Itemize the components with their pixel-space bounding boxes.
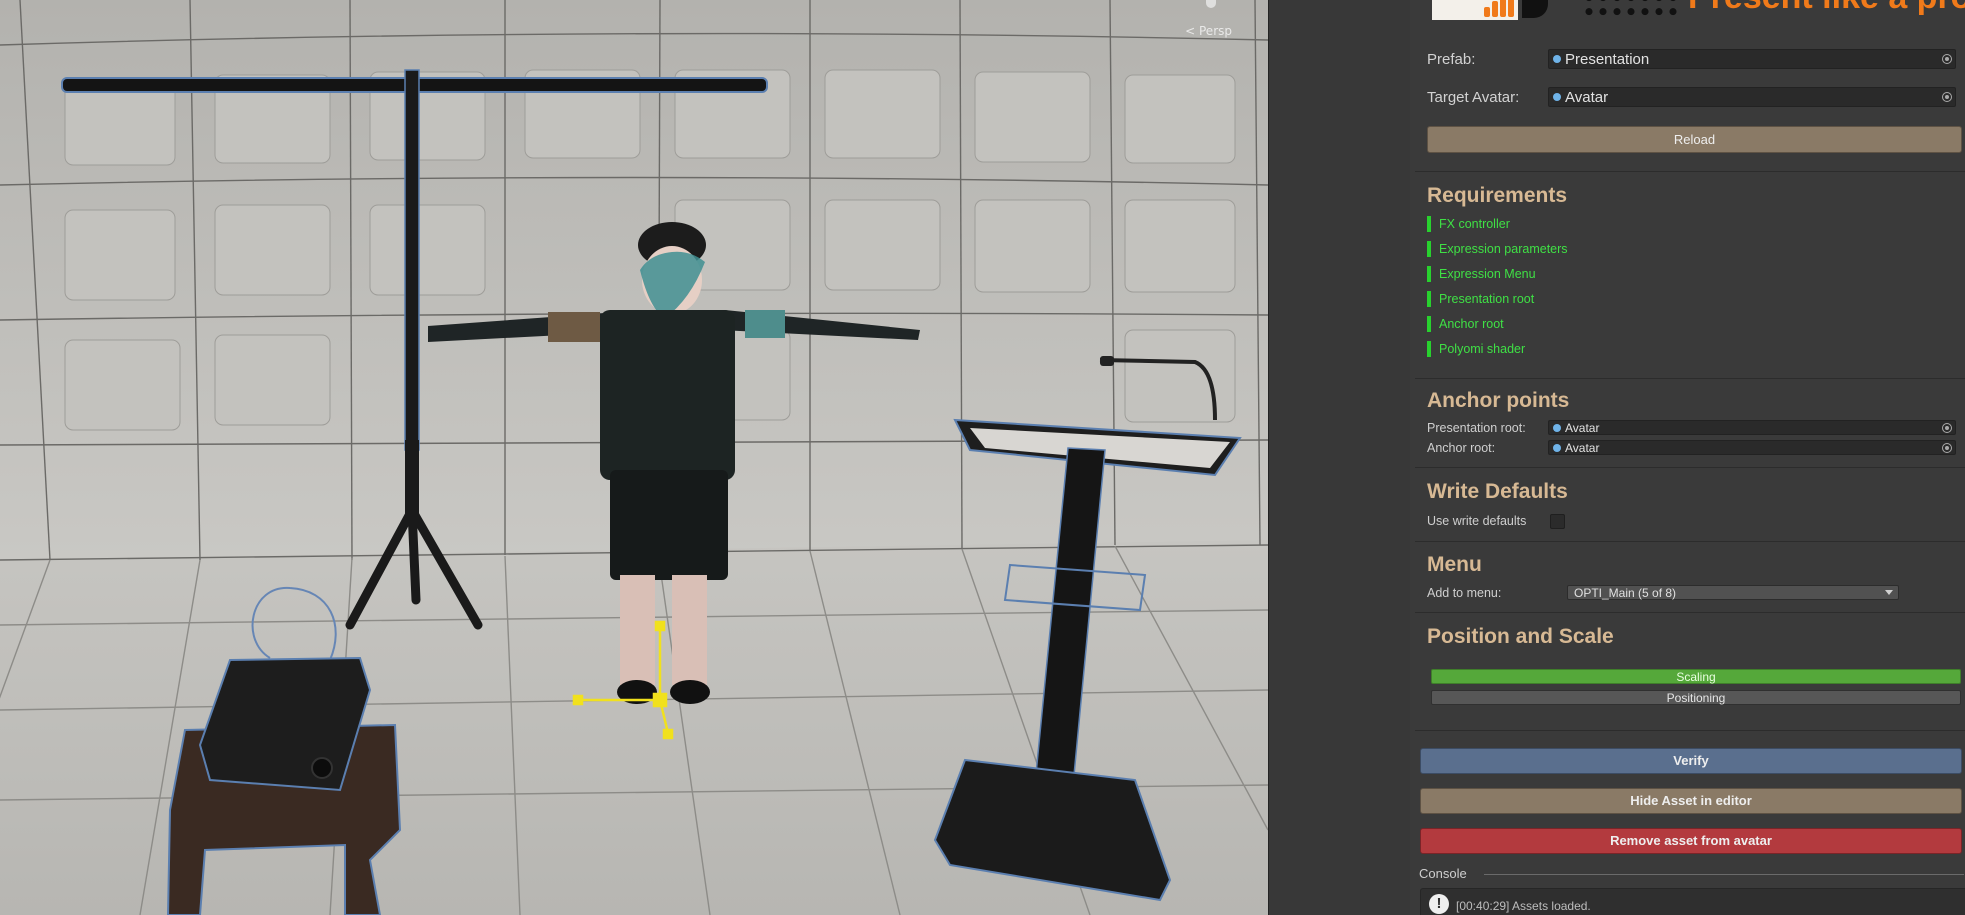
remove-asset-button[interactable]: Remove asset from avatar bbox=[1420, 828, 1962, 854]
avatar-icon bbox=[1553, 443, 1561, 452]
menu-heading: Menu bbox=[1427, 553, 1482, 576]
object-picker-icon[interactable] bbox=[1942, 442, 1952, 453]
banner-title: Present like a pro bbox=[1688, 0, 1965, 17]
anchor-root-label: Anchor root: bbox=[1427, 441, 1496, 455]
target-avatar-label: Target Avatar: bbox=[1427, 89, 1520, 106]
requirement-item: Polyomi shader bbox=[1427, 341, 1525, 357]
avatar-icon bbox=[1553, 423, 1561, 432]
divider bbox=[1415, 541, 1965, 542]
divider bbox=[1415, 171, 1965, 172]
scaling-toggle[interactable]: Scaling bbox=[1431, 669, 1961, 684]
hide-asset-button[interactable]: Hide Asset in editor bbox=[1420, 788, 1962, 814]
use-write-defaults-label: Use write defaults bbox=[1427, 514, 1527, 528]
requirement-item: FX controller bbox=[1427, 216, 1510, 232]
scene-view[interactable]: < Persp bbox=[0, 0, 1268, 915]
prefab-field[interactable]: Presentation bbox=[1548, 49, 1956, 69]
prefab-label: Prefab: bbox=[1427, 51, 1476, 68]
object-picker-icon[interactable] bbox=[1942, 54, 1952, 64]
requirement-item: Anchor root bbox=[1427, 316, 1504, 332]
camera-mode-text: Persp bbox=[1199, 24, 1232, 38]
add-to-menu-dropdown[interactable]: OPTI_Main (5 of 8) bbox=[1567, 585, 1899, 600]
add-to-menu-label: Add to menu: bbox=[1427, 586, 1502, 600]
presentation-root-field[interactable]: Avatar bbox=[1548, 420, 1956, 435]
presentation-root-value: Avatar bbox=[1565, 421, 1600, 435]
requirement-item: Expression Menu bbox=[1427, 266, 1536, 282]
prefab-value: Presentation bbox=[1565, 51, 1650, 68]
info-icon: ! bbox=[1429, 894, 1449, 914]
presentation-root-label: Presentation root: bbox=[1427, 421, 1526, 435]
add-to-menu-value: OPTI_Main (5 of 8) bbox=[1574, 586, 1677, 600]
banner-thumbnail bbox=[1432, 0, 1518, 20]
position-scale-heading: Position and Scale bbox=[1427, 625, 1614, 648]
inspector-panel: Present like a pro Prefab: Presentation … bbox=[1410, 0, 1965, 915]
target-avatar-field[interactable]: Avatar bbox=[1548, 87, 1956, 107]
anchor-root-value: Avatar bbox=[1565, 441, 1600, 455]
object-picker-icon[interactable] bbox=[1942, 422, 1952, 433]
scene-render[interactable] bbox=[0, 0, 1268, 915]
requirement-item: Presentation root bbox=[1427, 291, 1534, 307]
console-log[interactable]: ! [00:40:29] Assets loaded. bbox=[1420, 888, 1965, 915]
panel-gutter bbox=[1268, 0, 1411, 915]
audience-silhouette bbox=[1582, 0, 1682, 20]
console-divider bbox=[1484, 874, 1964, 875]
presenter-silhouette bbox=[1522, 0, 1548, 18]
write-defaults-heading: Write Defaults bbox=[1427, 480, 1568, 503]
object-picker-icon[interactable] bbox=[1942, 92, 1952, 102]
anchor-root-field[interactable]: Avatar bbox=[1548, 440, 1956, 455]
console-message: [00:40:29] Assets loaded. bbox=[1456, 899, 1591, 913]
asset-banner: Present like a pro bbox=[1422, 0, 1965, 22]
requirement-item: Expression parameters bbox=[1427, 241, 1568, 257]
divider bbox=[1415, 612, 1965, 613]
prefab-icon bbox=[1553, 55, 1561, 63]
use-write-defaults-checkbox[interactable] bbox=[1550, 514, 1565, 529]
divider bbox=[1415, 378, 1965, 379]
avatar-icon bbox=[1553, 93, 1561, 101]
reload-button[interactable]: Reload bbox=[1427, 126, 1962, 153]
requirements-heading: Requirements bbox=[1427, 184, 1568, 207]
verify-button[interactable]: Verify bbox=[1420, 748, 1962, 774]
divider bbox=[1415, 730, 1965, 731]
chevron-down-icon bbox=[1885, 590, 1893, 595]
camera-mode-label[interactable]: < Persp bbox=[1185, 24, 1232, 38]
anchor-points-heading: Anchor points bbox=[1427, 389, 1570, 412]
positioning-toggle[interactable]: Positioning bbox=[1431, 690, 1961, 705]
divider bbox=[1415, 467, 1965, 468]
target-avatar-value: Avatar bbox=[1565, 89, 1609, 106]
console-label: Console bbox=[1419, 866, 1467, 881]
